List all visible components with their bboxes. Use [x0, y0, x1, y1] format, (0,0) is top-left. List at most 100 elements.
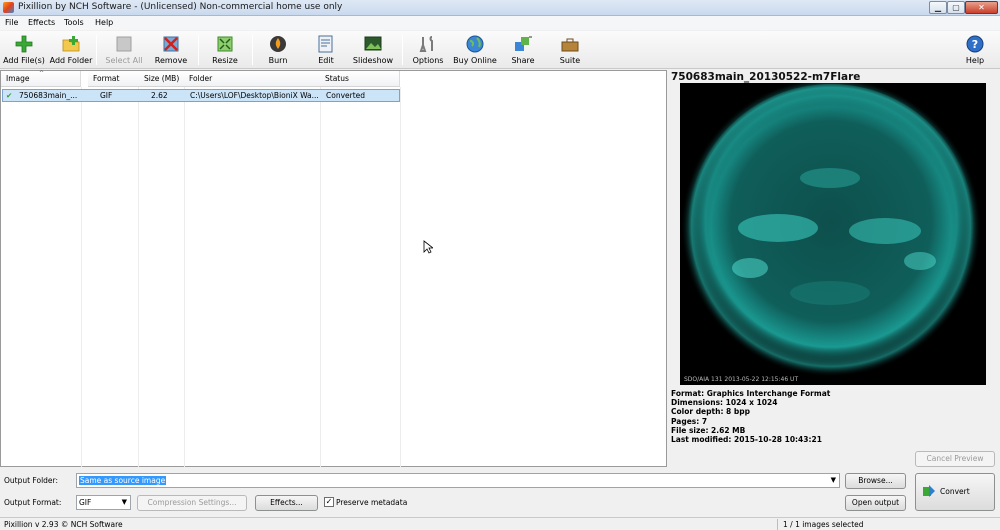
buy-online-label: Buy Online	[453, 56, 497, 65]
sort-ascending-icon: ^	[39, 70, 45, 77]
effects-button[interactable]: Effects...	[255, 495, 318, 511]
compression-settings-button[interactable]: Compression Settings...	[137, 495, 247, 511]
version-text: Pixillion v 2.93 © NCH Software	[4, 520, 123, 529]
share-label: Share	[511, 56, 535, 65]
app-icon	[3, 2, 14, 13]
toolbar: Add File(s) Add Folder Select All Remove…	[0, 31, 1000, 69]
column-header-status[interactable]: Status	[320, 71, 400, 87]
meta-dimensions: Dimensions: 1024 x 1024	[671, 398, 778, 407]
meta-pages: Pages: 7	[671, 417, 708, 426]
help-label: Help	[965, 56, 985, 65]
output-format-value: GIF	[79, 498, 92, 507]
status-bar: Pixillion v 2.93 © NCH Software 1 / 1 im…	[0, 517, 1000, 530]
preview-caption: SDO/AIA 131 2013-05-22 12:15:46 UT	[684, 376, 798, 383]
output-folder-input[interactable]: Same as source image ▼	[76, 473, 840, 488]
preserve-metadata-label: Preserve metadata	[336, 498, 408, 507]
globe-icon	[466, 35, 484, 53]
column-divider	[184, 87, 185, 467]
edit-button[interactable]: Edit	[310, 33, 342, 67]
meta-last-modified: Last modified: 2015-10-28 10:43:21	[671, 435, 822, 444]
add-folder-button[interactable]: Add Folder	[49, 33, 93, 67]
cell-folder: C:\Users\LOF\Desktop\BioniX Wa...	[190, 91, 319, 100]
browse-button[interactable]: Browse...	[845, 473, 906, 489]
folder-add-icon	[62, 36, 80, 52]
select-all-label: Select All	[105, 56, 143, 65]
menu-effects[interactable]: Effects	[28, 18, 55, 27]
dropdown-arrow-icon[interactable]: ▼	[122, 496, 127, 509]
column-divider	[320, 87, 321, 467]
slideshow-icon	[364, 36, 382, 51]
add-files-label: Add File(s)	[3, 56, 45, 65]
menu-file[interactable]: File	[5, 18, 18, 27]
remove-label: Remove	[154, 56, 188, 65]
slideshow-button[interactable]: Slideshow	[352, 33, 394, 67]
remove-button[interactable]: Remove	[152, 33, 190, 67]
burn-button[interactable]: Burn	[262, 33, 294, 67]
meta-format: Format: Graphics Interchange Format	[671, 389, 831, 398]
cancel-preview-button[interactable]: Cancel Preview	[915, 451, 995, 467]
output-folder-label: Output Folder:	[4, 476, 59, 485]
mouse-cursor-icon	[423, 240, 433, 254]
buy-online-button[interactable]: Buy Online	[452, 33, 498, 67]
open-output-button[interactable]: Open output	[845, 495, 906, 511]
resize-button[interactable]: Resize	[206, 33, 244, 67]
menu-tools[interactable]: Tools	[64, 18, 84, 27]
add-folder-label: Add Folder	[49, 56, 93, 65]
column-header-size[interactable]: Size (MB)	[139, 71, 185, 87]
select-all-button[interactable]: Select All	[104, 33, 144, 67]
meta-file-size: File size: 2.62 MB	[671, 426, 746, 435]
share-icon	[515, 36, 532, 51]
options-button[interactable]: Options	[410, 33, 446, 67]
output-folder-value: Same as source image	[79, 476, 167, 485]
select-all-icon	[116, 36, 132, 52]
column-header-folder[interactable]: Folder	[184, 71, 321, 87]
burn-disc-icon	[270, 36, 286, 52]
column-divider	[81, 87, 82, 467]
preview-title: 750683main_20130522-m7Flare	[671, 71, 861, 83]
column-divider	[138, 87, 139, 467]
cell-status: Converted	[326, 91, 366, 100]
options-tools-icon	[419, 36, 433, 52]
share-button[interactable]: Share	[506, 33, 540, 67]
cell-size: 2.62	[151, 91, 168, 100]
column-header-format[interactable]: Format	[88, 71, 140, 87]
convert-icon	[923, 485, 935, 497]
resize-icon	[217, 36, 233, 52]
check-icon: ✔	[6, 91, 13, 100]
edit-icon	[318, 35, 333, 53]
help-button[interactable]: ? Help	[960, 33, 990, 67]
meta-color-depth: Color depth: 8 bpp	[671, 407, 750, 416]
close-button[interactable]: ✕	[965, 1, 998, 14]
edit-label: Edit	[318, 56, 334, 65]
status-divider	[777, 519, 778, 530]
resize-label: Resize	[212, 56, 238, 65]
toolbar-separator	[198, 35, 199, 65]
preserve-metadata-checkbox[interactable]: ✓	[324, 497, 334, 507]
remove-icon	[163, 36, 179, 52]
preview-image: SDO/AIA 131 2013-05-22 12:15:46 UT	[680, 83, 986, 385]
add-files-button[interactable]: Add File(s)	[2, 33, 46, 67]
convert-button[interactable]: Convert	[915, 473, 995, 511]
add-plus-icon	[15, 35, 33, 53]
menu-help[interactable]: Help	[95, 18, 113, 27]
column-divider	[400, 87, 401, 467]
convert-label: Convert	[940, 487, 970, 496]
column-header-image[interactable]: Image ^	[1, 70, 81, 87]
minimize-button[interactable]: ▁	[929, 1, 947, 14]
output-format-select[interactable]: GIF ▼	[76, 495, 131, 510]
table-row[interactable]: ✔ 750683main_... GIF 2.62 C:\Users\LOF\D…	[2, 89, 400, 102]
slideshow-label: Slideshow	[352, 56, 394, 65]
maximize-button[interactable]: ▢	[947, 1, 965, 14]
toolbar-separator	[252, 35, 253, 65]
selection-count: 1 / 1 images selected	[783, 520, 864, 529]
window-title: Pixillion by NCH Software - (Unlicensed)…	[18, 2, 343, 12]
burn-label: Burn	[268, 56, 288, 65]
suite-button[interactable]: Suite	[554, 33, 586, 67]
svg-text:?: ?	[972, 38, 978, 51]
dropdown-arrow-icon[interactable]: ▼	[831, 474, 836, 487]
suite-label: Suite	[559, 56, 581, 65]
toolbar-separator	[402, 35, 403, 65]
options-label: Options	[412, 56, 444, 65]
file-list[interactable]: Image ^ Format Size (MB) Folder Status ✔ …	[0, 70, 667, 467]
sun-image: SDO/AIA 131 2013-05-22 12:15:46 UT	[681, 83, 981, 383]
